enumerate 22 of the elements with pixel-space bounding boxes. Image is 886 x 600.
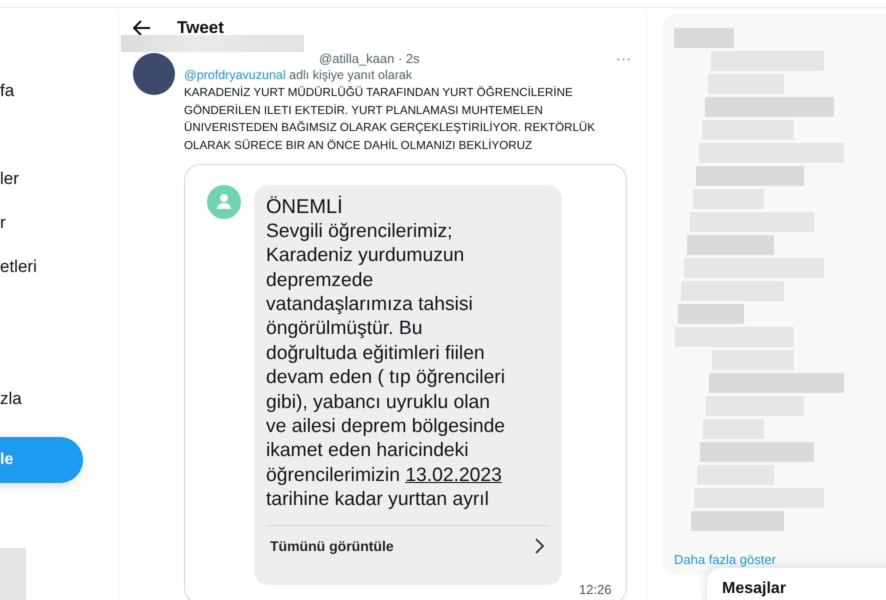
date-link[interactable]: 13.02.2023	[405, 464, 502, 486]
nav-item[interactable]: zla	[0, 377, 118, 421]
drawer-title: Mesajlar	[722, 580, 786, 597]
nav-item[interactable]: ler	[0, 157, 118, 201]
avatar[interactable]	[133, 53, 175, 95]
messages-drawer[interactable]: Mesajlar	[707, 568, 886, 600]
blurred-block	[0, 548, 26, 600]
message-text: Sevgili öğrencilerimiz; Karadeniz yurdumuzun depremzede vatandaşlarımıza tahsisi öngörülmüştür. Bu doğrultuda eğitimleri fiilen devam eden ( tıp öğrencileri gibi), yabancı uyruklu olan ve ailesi deprem bölgesinde ikamet eden haricindeki öğrencilerimizin 13.02.2023 tarihine kadar yurttan ayrıl	[266, 220, 506, 512]
nav-item[interactable]: fa	[0, 69, 118, 113]
message-time: 12:26	[579, 582, 612, 598]
back-arrow-icon[interactable]	[133, 20, 151, 36]
person-icon	[207, 185, 241, 220]
view-all-button[interactable]: Tümünü görüntüle	[266, 524, 550, 555]
more-menu[interactable]: ···	[616, 50, 632, 66]
tweet-handle[interactable]: @atilla_kaan · 2s	[319, 50, 420, 66]
page-title: Tweet	[177, 18, 224, 38]
chevron-icon	[534, 538, 544, 554]
tweet-text: KARADENİZ YURT MÜDÜRLÜĞÜ TARAFINDAN YURT ÖĞRENCİLERİNE GÖNDERİLEN ILETI EKTEDİR. YURT PLANLAMASI MUHTEMELEN ÜNIVERISTEDEN BAĞIMSIZ OLARAK GERÇEKLEŞTİRİLİYOR. REKTÖRLÜK OLARAK SÜRECE BIR AN ÖNCE DAHİL OLMANIZI BEKLİYORUZ	[184, 84, 596, 154]
reply-context: @profdryavuzunal adlı kişiye yanıt olarak	[184, 68, 414, 82]
message-title: ÖNEMLİ	[266, 195, 344, 220]
nav-item[interactable]: etleri	[0, 245, 118, 289]
nav-item[interactable]: r	[0, 201, 118, 245]
